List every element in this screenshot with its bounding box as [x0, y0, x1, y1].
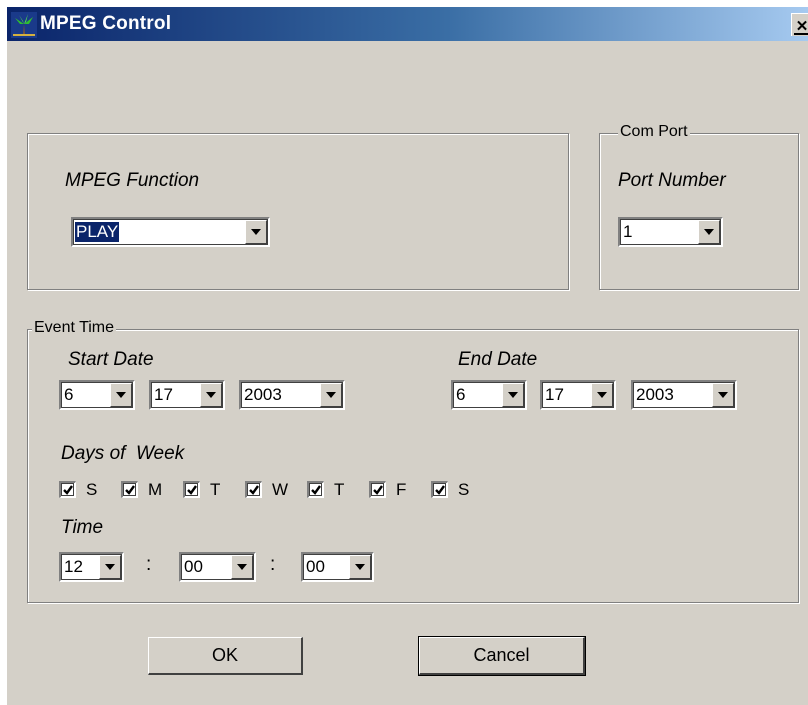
mpeg-function-label: MPEG Function — [65, 170, 200, 191]
chevron-down-icon[interactable] — [99, 555, 121, 579]
day-label: S — [86, 480, 98, 499]
window-title: MPEG Control — [40, 13, 172, 34]
end-month-select[interactable]: 6 — [451, 380, 527, 410]
day-checkbox[interactable] — [59, 481, 76, 498]
start-date-label: Start Date — [68, 349, 154, 370]
time-separator: : — [146, 554, 152, 575]
title-bar[interactable]: MPEG Control ✕ — [7, 7, 808, 41]
end-day-value: 17 — [545, 385, 564, 404]
chevron-down-icon[interactable] — [110, 383, 132, 407]
time-separator: : — [270, 554, 276, 575]
checkmark-icon — [373, 485, 383, 495]
day-checkbox[interactable] — [307, 481, 324, 498]
day-checkbox[interactable] — [431, 481, 448, 498]
checkmark-icon — [435, 485, 445, 495]
chevron-down-icon[interactable] — [698, 220, 720, 244]
chevron-down-icon[interactable] — [349, 555, 371, 579]
day-label: F — [396, 480, 407, 499]
cancel-button[interactable]: Cancel — [418, 636, 586, 676]
mpeg-control-dialog: MPEG Control ✕ MPEG Function PLAY Com Po… — [6, 6, 808, 705]
mpeg-function-group: MPEG Function PLAY — [27, 133, 569, 290]
com-port-group: Com Port Port Number 1 — [599, 123, 799, 290]
chevron-down-icon[interactable] — [231, 555, 253, 579]
chevron-down-icon[interactable] — [502, 383, 524, 407]
start-year-value: 2003 — [244, 385, 282, 404]
chevron-down-icon[interactable] — [591, 383, 613, 407]
day-label: T — [334, 480, 345, 499]
checkmark-icon — [249, 485, 259, 495]
port-number-value: 1 — [623, 222, 633, 241]
minute-value: 00 — [184, 557, 203, 576]
start-day-value: 17 — [154, 385, 173, 404]
day-checkbox[interactable] — [121, 481, 138, 498]
checkmark-icon — [311, 485, 321, 495]
palm-tree-icon — [11, 12, 37, 38]
day-checkbox[interactable] — [183, 481, 200, 498]
day-checkbox[interactable] — [245, 481, 262, 498]
day-label: S — [458, 480, 470, 499]
day-checkbox[interactable] — [369, 481, 386, 498]
checkmark-icon — [125, 485, 135, 495]
hour-select[interactable]: 12 — [59, 552, 124, 582]
start-month-select[interactable]: 6 — [59, 380, 135, 410]
start-year-select[interactable]: 2003 — [239, 380, 345, 410]
end-year-value: 2003 — [636, 385, 674, 404]
end-year-select[interactable]: 2003 — [631, 380, 737, 410]
com-port-legend: Com Port — [618, 123, 690, 141]
day-label: W — [272, 480, 289, 499]
start-day-select[interactable]: 17 — [149, 380, 225, 410]
mpeg-function-value: PLAY — [75, 222, 120, 242]
day-label: T — [210, 480, 221, 499]
port-number-select[interactable]: 1 — [618, 217, 723, 247]
end-day-select[interactable]: 17 — [540, 380, 616, 410]
checkmark-icon — [187, 485, 197, 495]
event-time-group: Event Time Start Date 6 17 2003 End Date… — [27, 319, 799, 603]
port-number-label: Port Number — [618, 170, 726, 191]
chevron-down-icon[interactable] — [245, 220, 267, 244]
ok-button[interactable]: OK — [148, 637, 303, 675]
second-select[interactable]: 00 — [301, 552, 374, 582]
time-label: Time — [61, 517, 104, 538]
start-month-value: 6 — [64, 385, 74, 404]
end-month-value: 6 — [456, 385, 466, 404]
days-of-week-label: Days of Week — [61, 443, 185, 464]
close-icon: ✕ — [795, 18, 808, 35]
end-date-label: End Date — [458, 349, 538, 370]
chevron-down-icon[interactable] — [712, 383, 734, 407]
day-label: M — [148, 480, 163, 499]
checkmark-icon — [63, 485, 73, 495]
hour-value: 12 — [64, 557, 83, 576]
event-time-legend: Event Time — [32, 319, 117, 337]
close-button[interactable]: ✕ — [791, 13, 808, 36]
chevron-down-icon[interactable] — [200, 383, 222, 407]
mpeg-function-select[interactable]: PLAY — [71, 217, 270, 247]
minute-select[interactable]: 00 — [179, 552, 256, 582]
second-value: 00 — [306, 557, 325, 576]
chevron-down-icon[interactable] — [320, 383, 342, 407]
